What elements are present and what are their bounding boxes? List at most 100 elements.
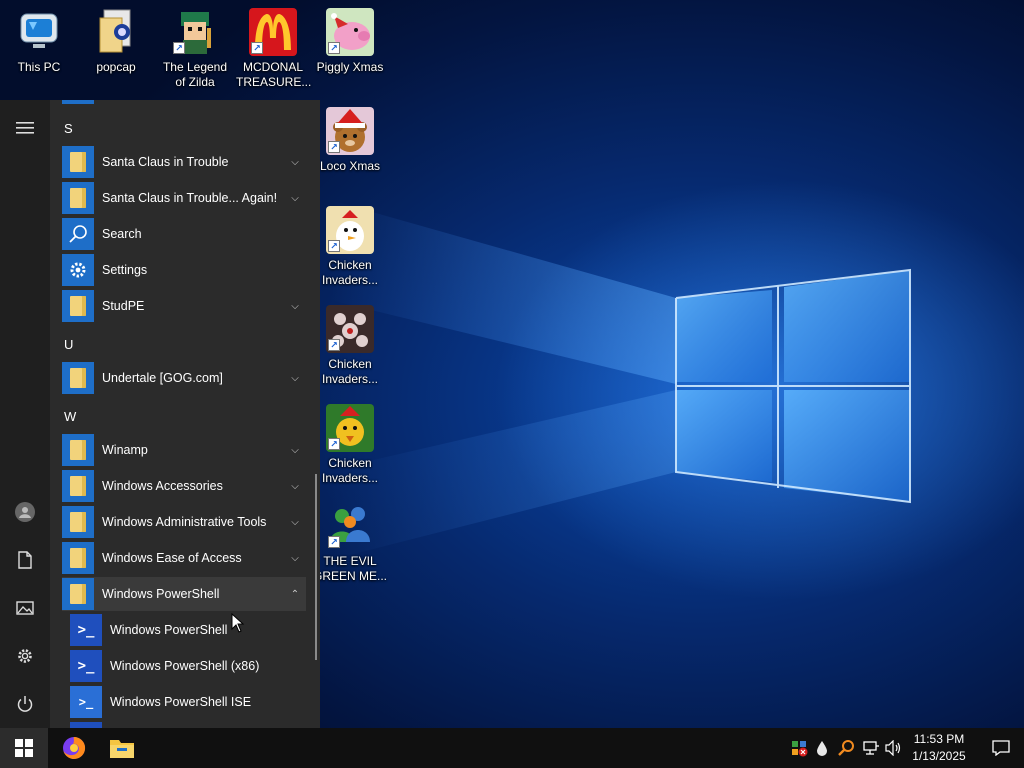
desktop-icon-label: MCDONAL TREASURE... [236,60,312,89]
folder-icon [62,434,94,466]
desktop-icon-label: The Legend of Zilda [162,60,228,89]
app-search[interactable]: Search [62,217,306,251]
search-tool-icon[interactable] [836,738,856,758]
chevron-down-icon: ⌵ [291,192,299,204]
security-alert-icon[interactable] [789,738,809,758]
desktop-icon-mcdonal-treasure[interactable]: ↗ MCDONAL TREASURE... [236,8,312,90]
shortcut-arrow-icon: ↗ [328,240,340,252]
desktop-icon-label: This PC [17,60,61,74]
letter-header-u[interactable]: U [64,337,73,352]
app-label: Windows PowerShell [102,587,220,601]
document-icon[interactable] [0,540,50,580]
gear-icon[interactable] [0,636,50,676]
shortcut-arrow-icon: ↗ [328,141,340,153]
app-windows-administrative-tools[interactable]: Windows Administrative Tools ⌵ [62,505,306,539]
powershell-icon: >_ [70,614,102,646]
chevron-down-icon: ⌵ [291,300,299,312]
app-studpe[interactable]: StudPE ⌵ [62,289,306,323]
gear-icon [62,254,94,286]
start-button[interactable] [0,728,48,768]
pig-game-icon: ↗ [326,8,374,56]
chevron-down-icon: ⌵ [291,516,299,528]
water-drop-icon[interactable] [812,738,832,758]
app-settings[interactable]: Settings [62,253,306,287]
power-icon[interactable] [0,684,50,724]
app-windows-powershell[interactable]: >_ Windows PowerShell [70,613,306,647]
folder-icon [62,362,94,394]
desktop-icon-chicken-invaders-2[interactable]: ↗ Chicken Invaders... [313,305,387,387]
app-label: Windows Ease of Access [102,551,242,565]
folder-icon [62,578,94,610]
hamburger-icon[interactable] [0,108,50,148]
folder-icon [62,290,94,322]
network-icon[interactable] [861,738,881,758]
game-shortcut-icon: ↗ [171,8,219,56]
desktop-icon-label: THE EVIL GREEN ME... [313,554,388,583]
desktop-icon-this-pc[interactable]: This PC [2,8,76,75]
pictures-icon[interactable] [0,588,50,628]
app-santa-claus-in-trouble[interactable]: Santa Claus in Trouble ⌵ [62,145,306,179]
app-undertale[interactable]: Undertale [GOG.com] ⌵ [62,361,306,395]
user-avatar-icon[interactable] [0,492,50,532]
app-windows-powershell-x86[interactable]: >_ Windows PowerShell (x86) [70,649,306,683]
app-label: Undertale [GOG.com] [102,371,223,385]
taskbar: 11:53 PM 1/13/2025 [0,728,1024,768]
powershell-icon: >_ [70,650,102,682]
desktop-icon-label: Chicken Invaders... [321,357,379,386]
desktop-icon-label: Piggly Xmas [316,60,384,74]
desktop-icon-chicken-invaders-3[interactable]: ↗ Chicken Invaders... [313,404,387,486]
taskbar-file-explorer[interactable] [98,728,146,768]
chevron-down-icon: ⌵ [291,480,299,492]
app-windows-ease-of-access[interactable]: Windows Ease of Access ⌵ [62,541,306,575]
folder-document-icon [92,8,140,56]
app-label: Windows PowerShell (x86) [110,659,260,673]
app-winamp[interactable]: Winamp ⌵ [62,433,306,467]
desktop-icon-popcap[interactable]: popcap [79,8,153,75]
start-menu-rail [0,100,50,728]
taskbar-clock[interactable]: 11:53 PM 1/13/2025 [900,731,978,765]
shortcut-arrow-icon: ↗ [328,536,340,548]
app-label: Search [102,227,142,241]
folder-icon [62,506,94,538]
letter-header-s[interactable]: S [64,121,73,136]
clock-date: 1/13/2025 [912,749,966,763]
desktop-icon-legend-of-zilda[interactable]: ↗ The Legend of Zilda [158,8,232,90]
windows-logo-icon [15,739,33,757]
app-windows-powershell-folder[interactable]: Windows PowerShell ⌃ [62,577,306,611]
this-pc-icon [15,8,63,56]
shortcut-arrow-icon: ↗ [328,438,340,450]
app-list-scrollbar[interactable] [315,474,317,660]
app-windows-accessories[interactable]: Windows Accessories ⌵ [62,469,306,503]
action-center-icon[interactable] [978,728,1024,768]
letter-header-w[interactable]: W [64,409,76,424]
shortcut-arrow-icon: ↗ [328,339,340,351]
powershell-ise-icon: >_ [70,686,102,718]
clock-time: 11:53 PM [913,732,965,746]
folder-icon [62,182,94,214]
desktop-icon-chicken-invaders-1[interactable]: ↗ Chicken Invaders... [313,206,387,288]
desktop-icon-evil-green-me[interactable]: ↗ THE EVIL GREEN ME... [313,502,387,584]
shortcut-arrow-icon: ↗ [251,42,263,54]
firefox-icon [63,736,86,759]
app-santa-claus-in-trouble-again[interactable]: Santa Claus in Trouble... Again! ⌵ [62,181,306,215]
shortcut-arrow-icon: ↗ [173,42,185,54]
desktop-icon-loco-xmas[interactable]: ↗ Loco Xmas [313,107,387,174]
desktop-icon-label: Chicken Invaders... [321,456,379,485]
app-label: Settings [102,263,148,277]
desktop-icon-label: Loco Xmas [319,159,381,173]
app-label: Winamp [102,443,148,457]
chevron-down-icon: ⌵ [291,372,299,384]
app-label: Santa Claus in Trouble [102,155,229,169]
shortcut-arrow-icon: ↗ [328,42,340,54]
search-icon [62,218,94,250]
app-windows-powershell-ise[interactable]: >_ Windows PowerShell ISE [70,685,306,719]
desktop-icon-piggly-xmas[interactable]: ↗ Piggly Xmas [313,8,387,75]
app-label: Windows PowerShell [110,623,228,637]
app-label: StudPE [102,299,145,313]
taskbar-firefox[interactable] [50,728,98,768]
chevron-up-icon: ⌃ [290,588,300,600]
file-explorer-icon [110,740,134,758]
chicken-invaders-icon: ↗ [326,206,374,254]
desktop-icon-label: popcap [96,60,136,74]
app-label: Santa Claus in Trouble... Again! [102,191,278,205]
